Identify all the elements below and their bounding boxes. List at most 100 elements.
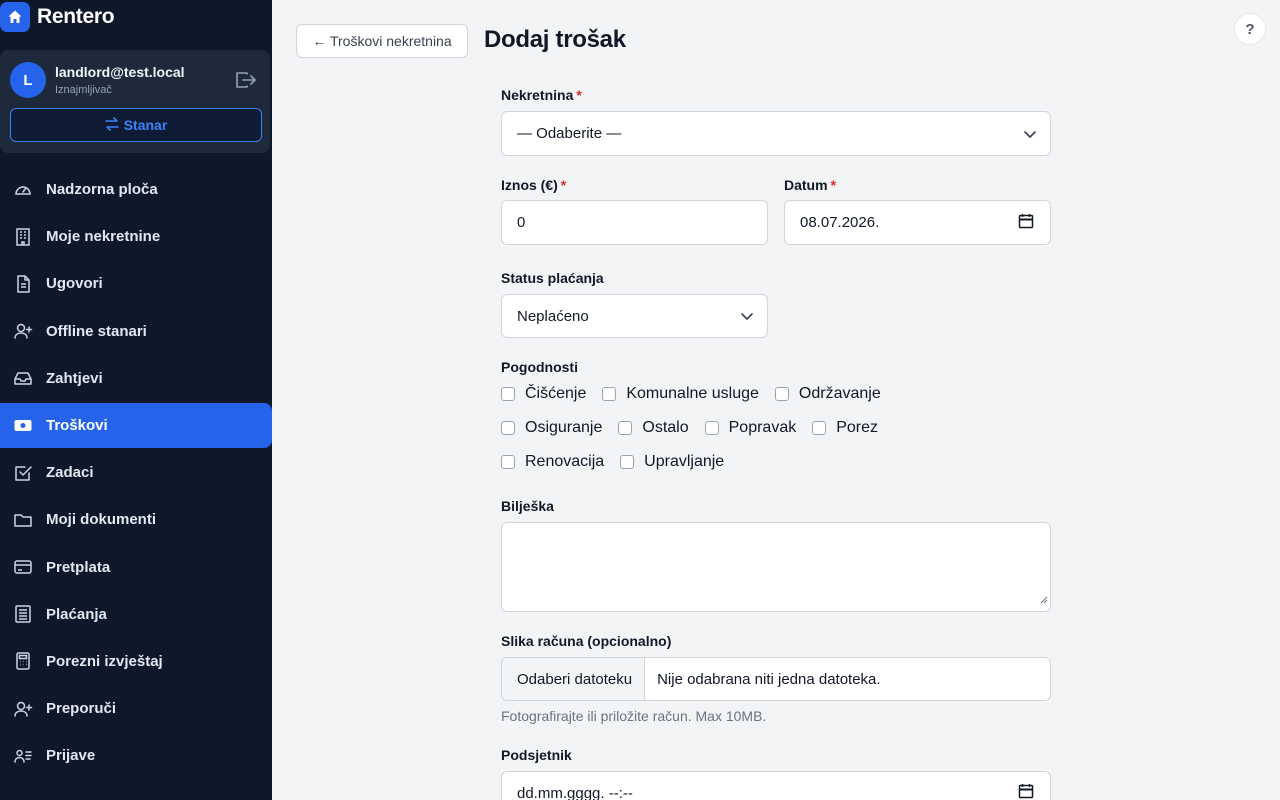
category-label: Renovacija: [525, 453, 605, 470]
property-select[interactable]: — Odaberite —: [501, 111, 1051, 156]
status-select-value: Neplaćeno: [517, 307, 589, 325]
sidebar-item-label: Nadzorna ploča: [46, 181, 158, 198]
folder-icon: [13, 510, 33, 530]
category-checkbox-ciscenje[interactable]: Čišćenje: [501, 385, 586, 403]
date-input[interactable]: 08.07.2026.: [784, 200, 1051, 245]
category-label: Upravljanje: [644, 453, 725, 470]
category-label: Komunalne usluge: [626, 385, 759, 402]
categories-row-3: Renovacija Upravljanje: [501, 453, 740, 471]
switch-role-button[interactable]: Stanar: [10, 108, 262, 142]
checkbox[interactable]: [812, 421, 827, 435]
receipt-file-input[interactable]: Odaberi datoteku Nije odabrana niti jedn…: [501, 657, 1051, 701]
status-label: Status plaćanja: [501, 270, 604, 286]
checkbox[interactable]: [501, 455, 515, 469]
reminder-input[interactable]: dd.mm.gggg. --:--: [501, 771, 1051, 800]
sidebar-item-troskovi[interactable]: Troškovi: [0, 402, 272, 448]
user-plus-icon: [13, 321, 33, 341]
sidebar-item-nadzorna-ploca[interactable]: Nadzorna ploča: [0, 167, 272, 212]
categories-row-1: Čišćenje Komunalne usluge Održavanje: [501, 385, 897, 403]
category-checkbox-osiguranje[interactable]: Osiguranje: [501, 419, 602, 437]
date-label: Datum *: [784, 177, 837, 193]
amount-input[interactable]: 0: [501, 200, 768, 245]
checkbox-icon: [13, 463, 33, 483]
cash-icon: [13, 415, 33, 435]
sidebar-item-label: Zadaci: [46, 464, 94, 482]
sidebar-item-label: Troškovi: [46, 416, 108, 434]
category-label: Osiguranje: [525, 419, 603, 436]
inbox-icon: [13, 368, 33, 388]
date-input-value: 08.07.2026.: [800, 214, 880, 231]
category-checkbox-renovacija[interactable]: Renovacija: [501, 453, 604, 471]
home-icon: [0, 2, 30, 32]
avatar: L: [10, 62, 46, 98]
category-label: Porez: [836, 419, 879, 436]
category-checkbox-popravak[interactable]: Popravak: [704, 419, 796, 437]
credit-card-icon: [13, 557, 33, 577]
brand-name: Rentero: [37, 5, 115, 28]
page-title: Dodaj trošak: [484, 26, 626, 53]
category-checkbox-porez[interactable]: Porez: [812, 419, 878, 437]
category-checkbox-upravljanje[interactable]: Upravljanje: [620, 453, 724, 471]
calendar-icon[interactable]: [1018, 213, 1034, 233]
sidebar-item-pretplata[interactable]: Pretplata: [0, 545, 272, 590]
category-checkbox-odrzavanje[interactable]: Održavanje: [774, 385, 881, 403]
checkbox[interactable]: [501, 387, 515, 401]
file-status-text: Nije odabrana niti jedna datoteka.: [657, 670, 881, 688]
user-card: L landlord@test.local Iznajmljivač Stana…: [0, 50, 270, 153]
category-checkbox-komunalne-usluge[interactable]: Komunalne usluge: [602, 385, 759, 403]
brand[interactable]: Rentero: [0, 2, 115, 32]
user-plus-icon: [13, 699, 33, 719]
swap-icon: [104, 116, 119, 134]
calendar-icon[interactable]: [1018, 783, 1034, 800]
sidebar-item-zadaci[interactable]: Zadaci: [0, 450, 272, 495]
sidebar-item-preporuci[interactable]: Preporuči: [0, 686, 272, 731]
user-email: landlord@test.local: [55, 64, 185, 80]
checkbox[interactable]: [602, 387, 617, 401]
resize-handle-icon[interactable]: [1040, 591, 1048, 609]
id-card-icon: [13, 746, 33, 766]
category-checkbox-ostalo[interactable]: Ostalo: [618, 419, 689, 437]
back-button[interactable]: ← Troškovi nekretnina: [296, 24, 468, 58]
calculator-icon: [13, 651, 33, 671]
receipt-label: Slika računa (opcionalno): [501, 633, 672, 649]
sidebar-nav: Nadzorna ploča Moje nekretnine Ugovori O…: [0, 167, 272, 780]
choose-file-button[interactable]: Odaberi datoteku: [502, 658, 646, 700]
note-label: Bilješka: [501, 498, 554, 514]
sidebar-item-label: Prijave: [46, 747, 96, 765]
sidebar-item-label: Plaćanja: [46, 605, 107, 623]
sidebar-item-porezni-izvjestaj[interactable]: Porezni izvještaj: [0, 639, 272, 684]
user-role: Iznajmljivač: [55, 84, 112, 96]
sidebar-item-offline-stanari[interactable]: Offline stanari: [0, 309, 272, 354]
sidebar-item-prijave[interactable]: Prijave: [0, 733, 272, 778]
sidebar: Rentero L landlord@test.local Iznajmljiv…: [0, 0, 272, 800]
amount-label: Iznos (€) *: [501, 177, 567, 193]
categories-label: Pogodnosti: [501, 359, 578, 375]
sidebar-item-label: Moji dokumenti: [46, 511, 156, 529]
status-select[interactable]: Neplaćeno: [501, 294, 768, 338]
checkbox[interactable]: [774, 387, 789, 401]
reminder-input-value: dd.mm.gggg. --:--: [517, 784, 633, 800]
sidebar-item-placanja[interactable]: Plaćanja: [0, 592, 272, 637]
sidebar-item-label: Preporuči: [46, 700, 117, 718]
chevron-down-icon: [741, 308, 753, 325]
property-label: Nekretnina *: [501, 87, 582, 103]
logout-icon[interactable]: [235, 70, 257, 90]
sidebar-item-zahtjevi[interactable]: Zahtjevi: [0, 356, 272, 401]
property-select-value: — Odaberite —: [517, 125, 622, 142]
checkbox[interactable]: [704, 421, 719, 435]
sidebar-item-label: Offline stanari: [46, 322, 147, 340]
receipt-hint: Fotografirajte ili priložite račun. Max …: [501, 708, 767, 724]
chevron-down-icon: [1024, 125, 1036, 142]
note-textarea[interactable]: [501, 522, 1051, 612]
checkbox[interactable]: [501, 421, 515, 435]
checkbox[interactable]: [618, 421, 633, 435]
sidebar-item-moje-nekretnine[interactable]: Moje nekretnine: [0, 214, 272, 259]
category-label: Održavanje: [798, 385, 881, 402]
building-icon: [13, 227, 33, 247]
sidebar-item-ugovori[interactable]: Ugovori: [0, 261, 272, 306]
sidebar-item-label: Pretplata: [46, 558, 111, 576]
help-button[interactable]: ?: [1234, 13, 1266, 45]
sidebar-item-label: Ugovori: [46, 275, 103, 293]
sidebar-item-moji-dokumenti[interactable]: Moji dokumenti: [0, 497, 272, 542]
checkbox[interactable]: [620, 455, 635, 469]
